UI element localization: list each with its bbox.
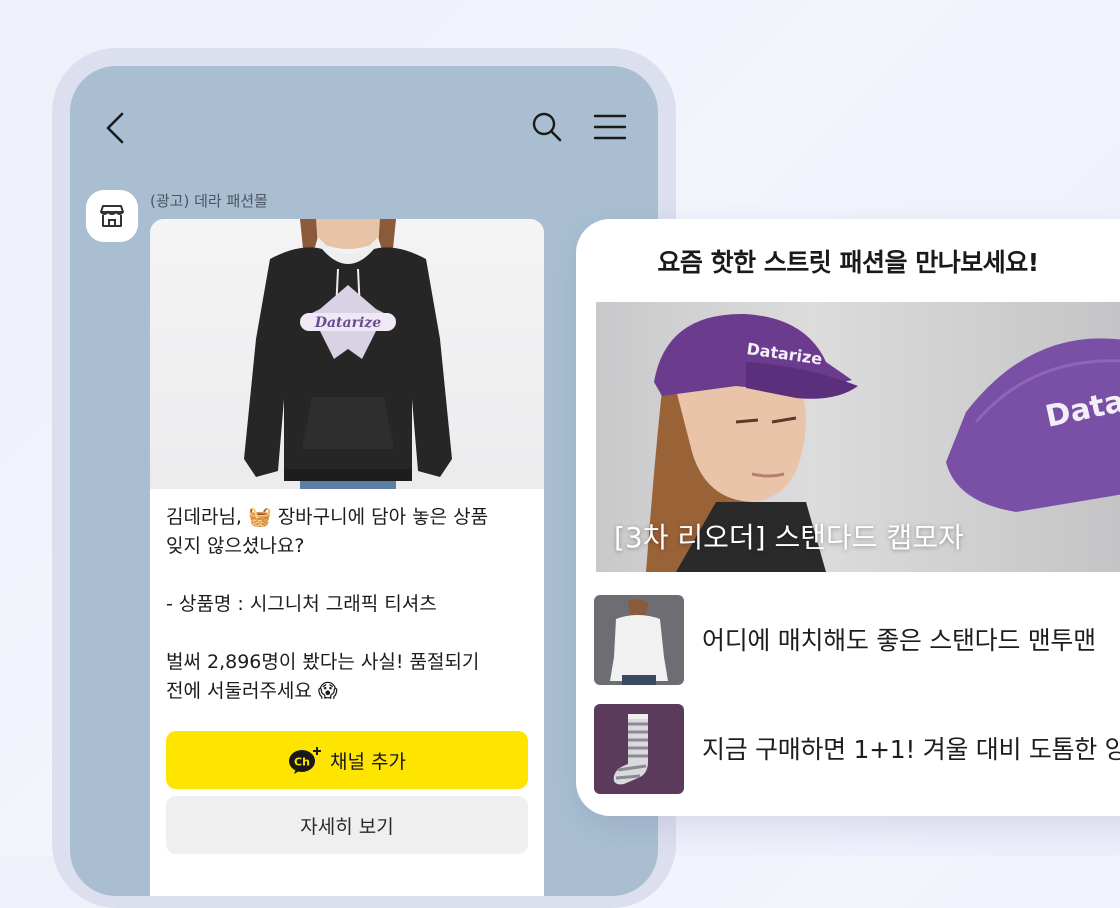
message-body: 김데라님, 🧺 장바구니에 담아 놓은 상품 잊지 않으셨나요? - 상품명 :… <box>166 503 528 706</box>
list-item[interactable]: 어디에 매치해도 좋은 스탠다드 맨투맨 <box>594 595 1120 685</box>
message-line: 김데라님, 🧺 장바구니에 담아 놓은 상품 <box>166 506 489 528</box>
urgency-line: 전에 서둘러주세요 😱 <box>166 680 338 702</box>
view-detail-button[interactable]: 자세히 보기 <box>166 796 528 854</box>
channel-badge-text: Ch <box>294 756 310 769</box>
banner-caption: [3차 리오더] 스탠다드 캡모자 <box>614 521 964 554</box>
cap-banner[interactable]: Datarize Datarize [3차 리오더] 스탠다드 캡모자 <box>596 302 1120 572</box>
list-item-label: 지금 구매하면 1+1! 겨울 대비 도톰한 양말 <box>702 735 1120 764</box>
message-card: Datarize 김데라님, 🧺 장바구니에 담아 놓은 상품 잊지 않으셨나요… <box>150 219 544 896</box>
add-channel-button[interactable]: Ch 채널 추가 <box>166 731 528 789</box>
sweatshirt-thumbnail <box>594 595 684 685</box>
add-channel-label: 채널 추가 <box>330 750 406 773</box>
urgency-line: 벌써 2,896명이 봤다는 사실! 품절되기 <box>166 651 480 673</box>
socks-thumbnail <box>594 704 684 794</box>
chat-screen: (광고) 데라 패션몰 Datarize 김데라님, 🧺 장바구니에 담아 놓은… <box>70 66 658 896</box>
search-icon[interactable] <box>530 110 564 144</box>
message-line: 잊지 않으셨나요? <box>166 535 305 557</box>
recommendation-panel: 요즘 핫한 스트릿 패션을 만나보세요! Datarize Datarize [… <box>576 219 1120 816</box>
store-icon <box>100 205 124 227</box>
back-icon[interactable] <box>102 110 130 146</box>
panel-title: 요즘 핫한 스트릿 패션을 만나보세요! <box>657 248 1039 277</box>
kakao-channel-icon: Ch <box>289 747 322 774</box>
store-avatar[interactable] <box>86 190 138 242</box>
hoodie-product-image[interactable]: Datarize <box>150 219 544 489</box>
menu-icon[interactable] <box>592 112 628 142</box>
sender-name: (광고) 데라 패션몰 <box>150 192 268 210</box>
list-item[interactable]: 지금 구매하면 1+1! 겨울 대비 도톰한 양말 <box>594 704 1120 794</box>
product-name-line: - 상품명 : 시그니처 그래픽 티셔츠 <box>166 593 437 615</box>
list-item-label: 어디에 매치해도 좋은 스탠다드 맨투맨 <box>702 626 1096 655</box>
hoodie-logo-text: Datarize <box>314 315 381 331</box>
